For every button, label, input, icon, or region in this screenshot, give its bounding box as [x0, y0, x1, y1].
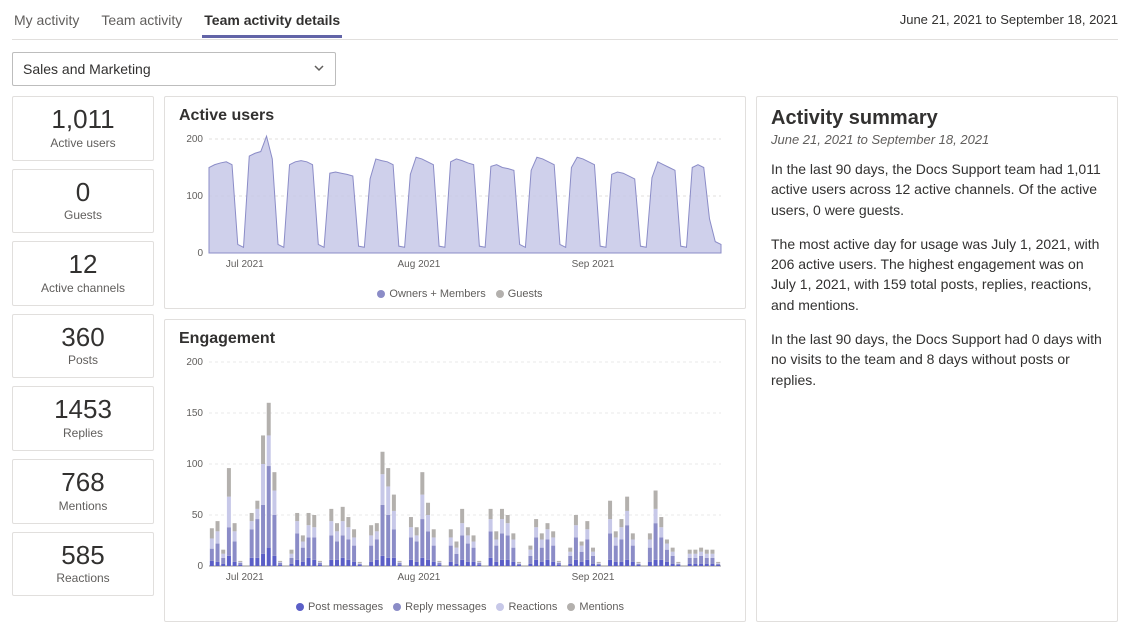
svg-text:Aug 2021: Aug 2021: [398, 572, 441, 583]
svg-text:50: 50: [192, 510, 204, 521]
team-select-dropdown[interactable]: Sales and Marketing: [12, 52, 336, 86]
stat-value: 585: [19, 541, 147, 570]
chart-title: Engagement: [179, 330, 731, 348]
stat-value: 1453: [19, 395, 147, 424]
svg-text:Sep 2021: Sep 2021: [572, 259, 615, 270]
stat-active-channels[interactable]: 12 Active channels: [12, 241, 154, 306]
stat-label: Active users: [19, 136, 147, 150]
stat-value: 360: [19, 323, 147, 352]
tab-team-activity[interactable]: Team activity: [99, 2, 184, 38]
stat-mentions[interactable]: 768 Mentions: [12, 459, 154, 524]
svg-text:0: 0: [197, 248, 203, 259]
chart-title: Active users: [179, 107, 731, 125]
svg-text:200: 200: [186, 134, 203, 145]
stat-value: 0: [19, 178, 147, 207]
svg-text:Aug 2021: Aug 2021: [398, 259, 441, 270]
stat-guests[interactable]: 0 Guests: [12, 169, 154, 234]
svg-text:200: 200: [186, 357, 203, 368]
stat-value: 1,011: [19, 105, 147, 134]
svg-text:Jul 2021: Jul 2021: [226, 259, 264, 270]
active-users-chart-card: Active users 0 100 200 Jul 2021 Aug 2021 Sep …: [164, 96, 746, 309]
stat-reactions[interactable]: 585 Reactions: [12, 532, 154, 597]
stat-label: Guests: [19, 208, 147, 222]
stat-label: Posts: [19, 353, 147, 367]
active-users-legend: Owners + MembersGuests: [179, 288, 731, 300]
stat-label: Replies: [19, 426, 147, 440]
summary-paragraph: The most active day for usage was July 1…: [771, 234, 1103, 315]
stat-replies[interactable]: 1453 Replies: [12, 386, 154, 451]
active-users-chart: 0 100 200 Jul 2021 Aug 2021 Sep 2021: [179, 131, 731, 281]
activity-summary-card: Activity summary June 21, 2021 to Septem…: [756, 96, 1118, 622]
date-range-label: June 21, 2021 to September 18, 2021: [900, 12, 1118, 27]
team-select-value: Sales and Marketing: [23, 61, 151, 77]
stat-label: Active channels: [19, 281, 147, 295]
summary-date-range: June 21, 2021 to September 18, 2021: [771, 132, 1103, 147]
summary-paragraph: In the last 90 days, the Docs Support te…: [771, 159, 1103, 220]
chevron-down-icon: [313, 61, 325, 77]
tab-team-activity-details[interactable]: Team activity details: [202, 2, 342, 38]
top-bar: My activity Team activity Team activity …: [12, 0, 1118, 40]
stat-value: 768: [19, 468, 147, 497]
engagement-legend: Post messagesReply messagesReactionsMent…: [179, 601, 731, 613]
engagement-chart: 0 50 100 150 200 Jul 2021 Aug 2021 Sep 2021: [179, 354, 731, 594]
summary-paragraph: In the last 90 days, the Docs Support ha…: [771, 329, 1103, 390]
svg-text:100: 100: [186, 459, 203, 470]
svg-text:Jul 2021: Jul 2021: [226, 572, 264, 583]
summary-title: Activity summary: [771, 107, 1103, 130]
svg-text:Sep 2021: Sep 2021: [572, 572, 615, 583]
stat-posts[interactable]: 360 Posts: [12, 314, 154, 379]
tab-my-activity[interactable]: My activity: [12, 2, 81, 38]
engagement-chart-card: Engagement 0 50 100 150 200 Jul 2021 Aug 2021 S…: [164, 319, 746, 622]
stat-label: Mentions: [19, 499, 147, 513]
svg-text:0: 0: [197, 561, 203, 572]
tab-bar: My activity Team activity Team activity …: [12, 0, 342, 39]
stat-label: Reactions: [19, 571, 147, 585]
stat-active-users[interactable]: 1,011 Active users: [12, 96, 154, 161]
svg-text:100: 100: [186, 191, 203, 202]
svg-text:150: 150: [186, 408, 203, 419]
stats-column: 1,011 Active users 0 Guests 12 Active ch…: [12, 96, 154, 622]
stat-value: 12: [19, 250, 147, 279]
